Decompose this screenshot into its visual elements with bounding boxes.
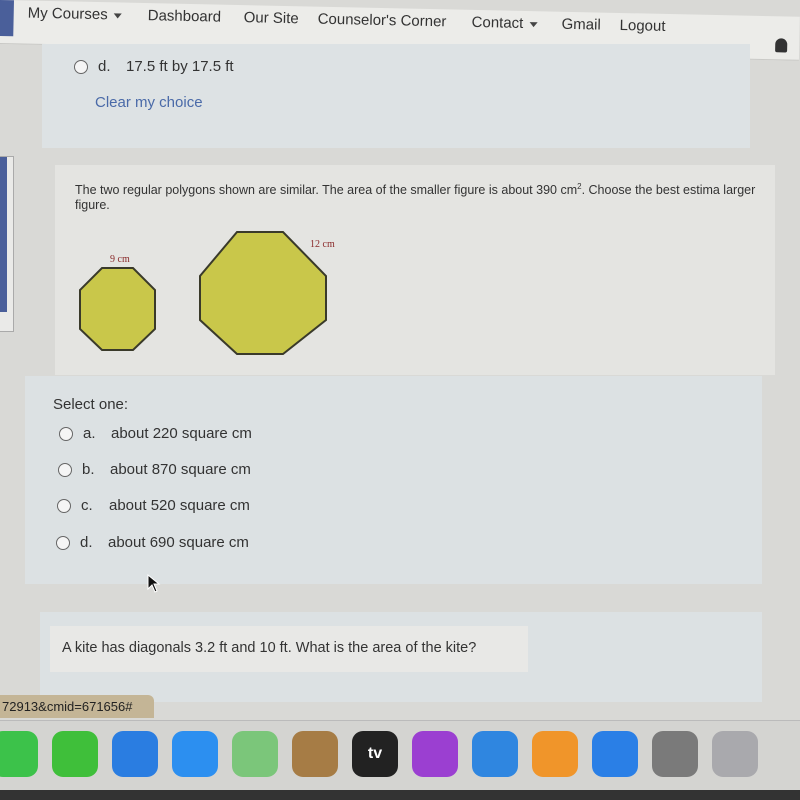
radio-button[interactable] [57,499,71,514]
keynote-icon[interactable] [472,731,518,777]
answer-area: Select one: a. about 220 square cm b. abou… [25,376,762,593]
small-label: 9 cm [110,254,130,265]
macos-dock: tv [0,720,800,790]
screen-bezel [0,790,800,800]
podcasts-icon[interactable] [412,731,458,777]
maps-icon[interactable] [232,731,278,777]
option-letter: d. [98,58,111,75]
option-text: about 520 square cm [109,497,250,514]
status-bar-url: 72913&cmid=671656# [0,695,154,718]
option-letter: b. [82,461,95,478]
option-c[interactable]: c. about 520 square cm [57,497,250,514]
nav-logout[interactable]: Logout [619,17,665,35]
facetime-icon[interactable] [0,731,38,777]
nav-gmail[interactable]: Gmail [561,16,601,34]
radio-button[interactable] [74,60,88,75]
option-text: about 870 square cm [110,461,251,478]
prev-option-d[interactable]: d. 17.5 ft by 17.5 ft [74,58,234,75]
system-preferences-icon[interactable] [652,731,698,777]
question-text-area: The two regular polygons shown are simil… [55,165,775,375]
option-text: about 690 square cm [108,534,249,551]
chevron-down-icon [113,12,122,19]
nav-counselors-corner[interactable]: Counselor's Corner [317,11,446,31]
next-question-panel: A kite has diagonals 3.2 ft and 10 ft. W… [40,612,762,702]
nav-label: Contact [471,13,524,32]
option-b[interactable]: b. about 870 square cm [58,461,251,478]
previous-question-panel: d. 17.5 ft by 17.5 ft Clear my choice [42,44,750,148]
info-bar [0,157,7,312]
mail-icon[interactable] [172,731,218,777]
option-text: 17.5 ft by 17.5 ft [126,58,234,75]
radio-button[interactable] [59,427,73,442]
nav-our-site[interactable]: Our Site [244,9,299,27]
clear-my-choice-link[interactable]: Clear my choice [95,94,203,111]
brand-logo[interactable] [0,0,14,37]
safari-icon[interactable] [112,731,158,777]
nav-my-courses[interactable]: My Courses [28,5,122,24]
contacts-icon[interactable] [292,731,338,777]
apple-tv-icon[interactable]: tv [352,731,398,777]
option-letter: a. [83,425,96,442]
question-info-box [0,156,14,332]
roblox-icon[interactable] [712,731,758,777]
polygons-figure: 9 cm 12 cm [79,231,335,355]
nav-label: My Courses [27,4,108,24]
mouse-cursor-icon [147,574,161,593]
radio-button[interactable] [56,536,70,551]
select-one-label: Select one: [53,396,129,413]
question-text: The two regular polygons shown are simil… [75,182,756,213]
option-letter: d. [80,534,93,551]
nav-contact[interactable]: Contact [471,13,538,32]
option-text: about 220 square cm [111,425,252,442]
next-question-box: A kite has diagonals 3.2 ft and 10 ft. W… [50,626,528,672]
option-d[interactable]: d. about 690 square cm [56,534,249,551]
pages-icon[interactable] [532,731,578,777]
app-store-icon[interactable] [592,731,638,777]
small-octagon [79,267,156,351]
large-label: 12 cm [310,239,335,250]
option-letter: c. [81,497,93,514]
bell-icon[interactable] [775,38,788,53]
next-question-text: A kite has diagonals 3.2 ft and 10 ft. W… [62,640,477,656]
option-a[interactable]: a. about 220 square cm [59,425,252,442]
chevron-down-icon [529,21,538,27]
numbers-icon[interactable] [52,731,98,777]
nav-dashboard[interactable]: Dashboard [148,7,222,26]
large-octagon [199,231,327,355]
radio-button[interactable] [58,463,72,478]
